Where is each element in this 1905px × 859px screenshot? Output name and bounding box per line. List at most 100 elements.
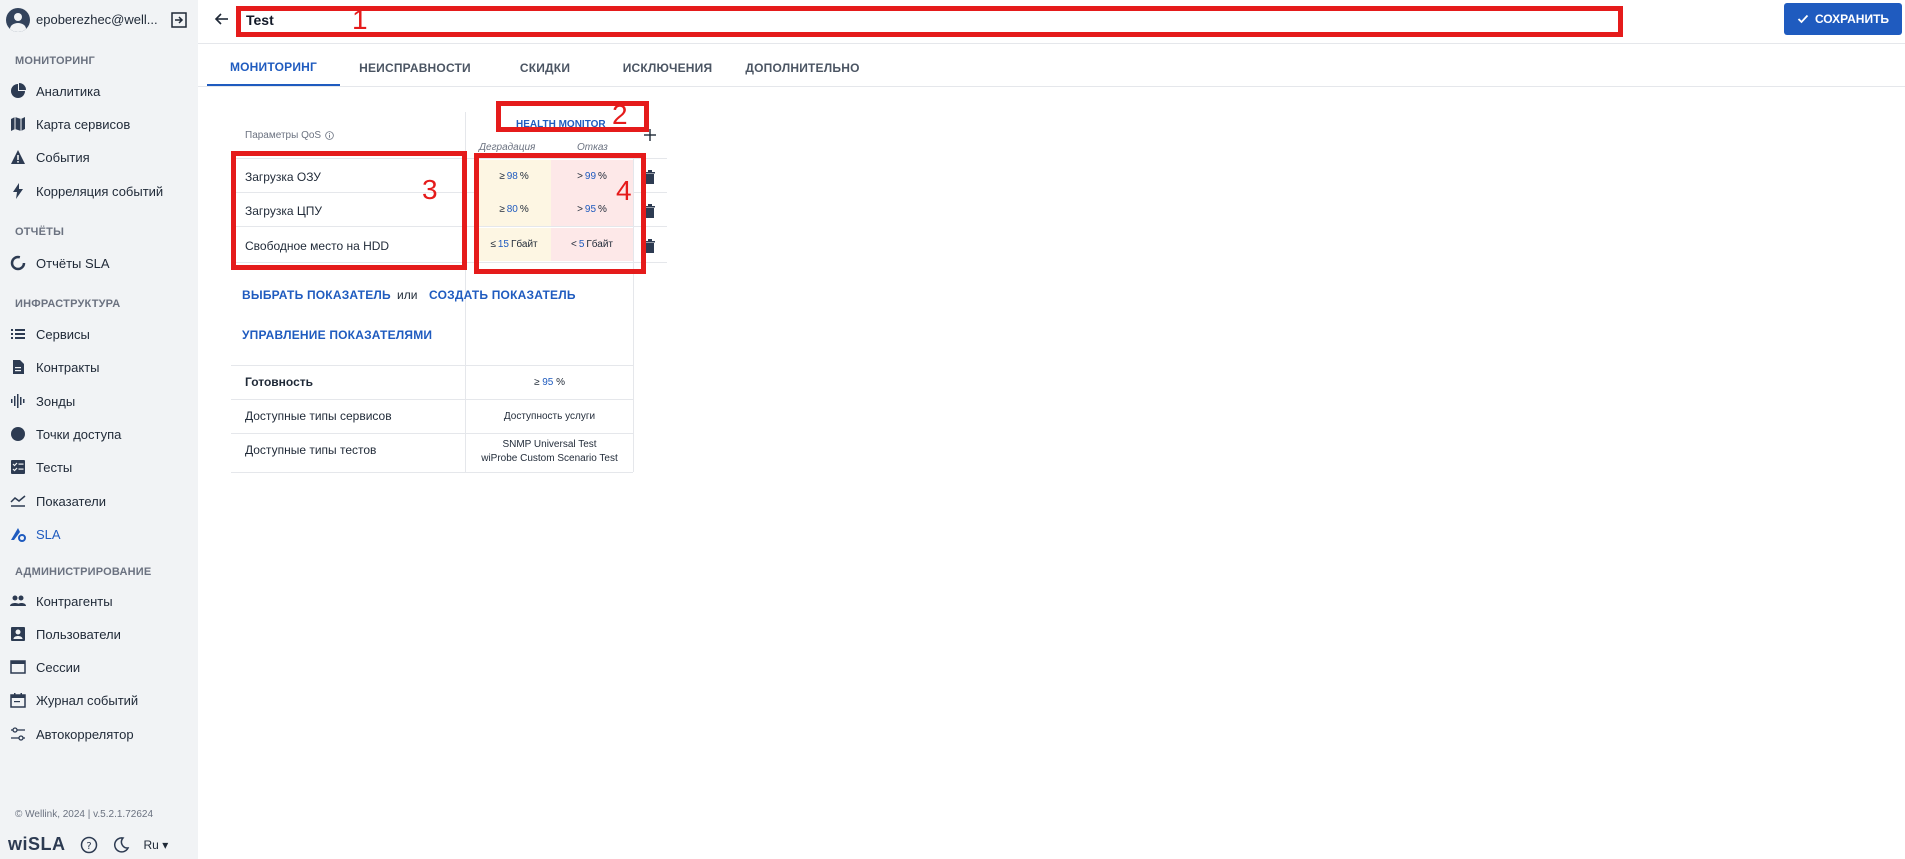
- chevron-down-icon: ▾: [162, 837, 169, 852]
- sidebar-item-label: События: [36, 149, 90, 165]
- save-button-label: СОХРАНИТЬ: [1814, 12, 1890, 26]
- help-icon[interactable]: ?: [80, 836, 98, 854]
- sidebar-item-contracts[interactable]: Контракты: [0, 352, 198, 382]
- pie-chart-icon: [10, 83, 26, 99]
- sidebar-item-service-map[interactable]: Карта сервисов: [0, 109, 198, 139]
- operator: ≥: [533, 377, 540, 388]
- warning-icon: [10, 149, 26, 165]
- user-badge-icon: [10, 626, 26, 642]
- sidebar-item-access-points[interactable]: Точки доступа: [0, 419, 198, 449]
- checklist-icon: [10, 459, 26, 475]
- sidebar-item-users[interactable]: Пользователи: [0, 619, 198, 649]
- test-types-value: SNMP Universal Test wiProbe Custom Scenar…: [466, 438, 633, 466]
- sidebar-item-analytics[interactable]: Аналитика: [0, 76, 198, 106]
- test-type-item: wiProbe Custom Scenario Test: [481, 453, 618, 464]
- annotation-number-4: 4: [616, 175, 632, 206]
- annotation-number-3: 3: [422, 174, 438, 205]
- tab-monitoring[interactable]: МОНИТОРИНГ: [207, 50, 340, 86]
- or-text: или: [397, 288, 418, 302]
- tabs: МОНИТОРИНГ НЕИСПРАВНОСТИ СКИДКИ ИСКЛЮЧЕН…: [207, 50, 870, 86]
- sliders-icon: [10, 726, 26, 742]
- sidebar-item-label: Отчёты SLA: [36, 255, 110, 271]
- calendar-icon: [10, 692, 26, 708]
- tab-discounts[interactable]: СКИДКИ: [490, 50, 600, 86]
- section-title-infrastructure: ИНФРАСТРУКТУРА: [15, 298, 121, 310]
- sidebar-item-indicators[interactable]: Показатели: [0, 486, 198, 516]
- sidebar-item-sla-reports[interactable]: Отчёты SLA: [0, 248, 198, 278]
- sidebar-item-services[interactable]: Сервисы: [0, 319, 198, 349]
- sidebar-item-event-correlation[interactable]: Корреляция событий: [0, 176, 198, 206]
- sidebar-item-label: SLA: [36, 526, 61, 542]
- sidebar: epoberezhec@well... МОНИТОРИНГ Аналитика…: [0, 0, 198, 859]
- availability-value[interactable]: ≥ 95 %: [466, 376, 633, 390]
- sidebar-item-label: Точки доступа: [36, 426, 122, 442]
- lightning-icon: [10, 183, 26, 199]
- sidebar-item-sla[interactable]: SLA: [0, 519, 198, 549]
- logo: wiSLA: [8, 834, 66, 854]
- sidebar-item-tests[interactable]: Тесты: [0, 452, 198, 482]
- sidebar-item-counterparties[interactable]: Контрагенты: [0, 586, 198, 616]
- graph-icon: [10, 493, 26, 509]
- sla-gear-icon: [10, 526, 26, 542]
- sidebar-item-label: Сессии: [36, 659, 81, 675]
- logout-icon[interactable]: [170, 11, 188, 29]
- tab-exclusions[interactable]: ИСКЛЮЧЕНИЯ: [600, 50, 735, 86]
- avatar: [6, 7, 30, 32]
- section-title-monitoring: МОНИТОРИНГ: [15, 55, 95, 67]
- sidebar-item-label: Корреляция событий: [36, 183, 164, 199]
- row-divider: [231, 399, 633, 400]
- sidebar-item-autocorrelator[interactable]: Автокоррелятор: [0, 719, 198, 749]
- annotation-box-4: [474, 153, 646, 274]
- donut-chart-icon: [10, 255, 26, 271]
- copyright: © Wellink, 2024 | v.5.2.1.72624: [15, 809, 154, 820]
- sidebar-item-label: Журнал событий: [36, 692, 139, 708]
- create-indicator-link[interactable]: СОЗДАТЬ ПОКАЗАТЕЛЬ: [429, 288, 576, 302]
- degradation-column-header: Деградация: [479, 142, 536, 153]
- tab-additional[interactable]: ДОПОЛНИТЕЛЬНО: [735, 50, 870, 86]
- sidebar-item-label: Показатели: [36, 493, 106, 509]
- row-divider: [231, 433, 633, 434]
- header-divider: [198, 43, 1905, 44]
- map-icon: [10, 116, 26, 132]
- user-menu[interactable]: epoberezhec@well...: [0, 0, 198, 39]
- language-select[interactable]: Ru ▾: [144, 838, 169, 852]
- check-icon: [1797, 14, 1809, 24]
- annotation-box-1: [236, 6, 1623, 37]
- sidebar-item-event-log[interactable]: Журнал событий: [0, 685, 198, 715]
- sidebar-item-label: Пользователи: [36, 626, 121, 642]
- list-icon: [10, 326, 26, 342]
- sidebar-item-label: Контракты: [36, 359, 100, 375]
- select-indicator-link[interactable]: ВЫБРАТЬ ПОКАЗАТЕЛЬ: [242, 288, 391, 302]
- section-title-reports: ОТЧЁТЫ: [15, 226, 65, 238]
- annotation-number-1: 1: [352, 4, 368, 35]
- unit: %: [556, 377, 566, 388]
- test-types-label: Доступные типы тестов: [245, 443, 377, 457]
- annotation-box-3: [231, 151, 467, 270]
- test-type-item: SNMP Universal Test: [502, 439, 597, 450]
- tab-faults[interactable]: НЕИСПРАВНОСТИ: [340, 50, 490, 86]
- document-icon: [10, 359, 26, 375]
- qos-params-header: Параметры QoS: [245, 130, 334, 141]
- user-name: epoberezhec@well...: [36, 12, 158, 27]
- sidebar-item-label: Тесты: [36, 459, 73, 475]
- row-divider: [231, 472, 633, 473]
- window-icon: [10, 659, 26, 675]
- sidebar-item-label: Аналитика: [36, 83, 101, 99]
- service-types-label: Доступные типы сервисов: [245, 409, 392, 423]
- circle-icon: [10, 426, 26, 442]
- tabs-divider: [198, 86, 1905, 87]
- sidebar-item-sessions[interactable]: Сессии: [0, 652, 198, 682]
- sidebar-item-label: Контрагенты: [36, 593, 113, 609]
- save-button[interactable]: СОХРАНИТЬ: [1784, 3, 1902, 35]
- section-title-administration: АДМИНИСТРИРОВАНИЕ: [15, 566, 152, 578]
- annotation-number-2: 2: [612, 99, 628, 130]
- moon-icon[interactable]: [112, 836, 130, 854]
- back-arrow-icon[interactable]: [213, 10, 231, 28]
- sidebar-item-events[interactable]: События: [0, 142, 198, 172]
- manage-indicators-link[interactable]: УПРАВЛЕНИЕ ПОКАЗАТЕЛЯМИ: [242, 328, 432, 342]
- service-types-value: Доступность услуги: [503, 411, 596, 422]
- language-value: Ru: [143, 837, 159, 852]
- info-icon[interactable]: [325, 131, 334, 140]
- sidebar-item-label: Карта сервисов: [36, 116, 131, 132]
- sidebar-item-probes[interactable]: Зонды: [0, 386, 198, 416]
